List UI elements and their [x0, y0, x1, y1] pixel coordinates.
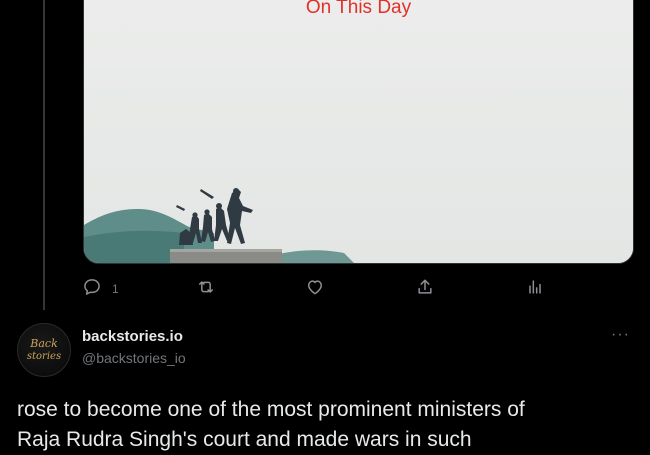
analytics-button[interactable] [525, 274, 545, 300]
backstories-logo: Back stories [27, 337, 61, 362]
svg-text:Back: Back [29, 337, 58, 350]
tweet-text-line-2: Raja Rudra Singh's court and made wars i… [17, 428, 472, 451]
avatar[interactable]: Back stories [17, 323, 71, 377]
like-button[interactable] [305, 274, 325, 300]
media-caption: On This Day [305, 0, 412, 18]
tweet-action-bar: 1 [80, 274, 560, 300]
author-display-name[interactable]: backstories.io [82, 328, 183, 345]
reply-button[interactable]: 1 [82, 274, 119, 300]
reply-icon [82, 277, 102, 297]
retweet-icon [195, 277, 217, 297]
share-button[interactable] [415, 274, 435, 300]
retweet-button[interactable] [195, 274, 217, 300]
tweet-text-line-1: rose to become one of the most prominent… [17, 398, 525, 421]
svg-text:stories: stories [27, 351, 61, 362]
tweet-text: rose to become one of the most prominent… [17, 395, 647, 455]
thread-connector-line [43, 0, 45, 310]
author-handle[interactable]: @backstories_io [82, 350, 186, 366]
tweet-media-image[interactable]: On This Day [83, 0, 634, 264]
like-icon [305, 277, 325, 297]
reply-count: 1 [112, 282, 119, 296]
share-icon [415, 277, 435, 297]
statue-photo [84, 0, 633, 263]
analytics-icon [525, 277, 545, 297]
more-icon[interactable]: ··· [611, 326, 630, 344]
